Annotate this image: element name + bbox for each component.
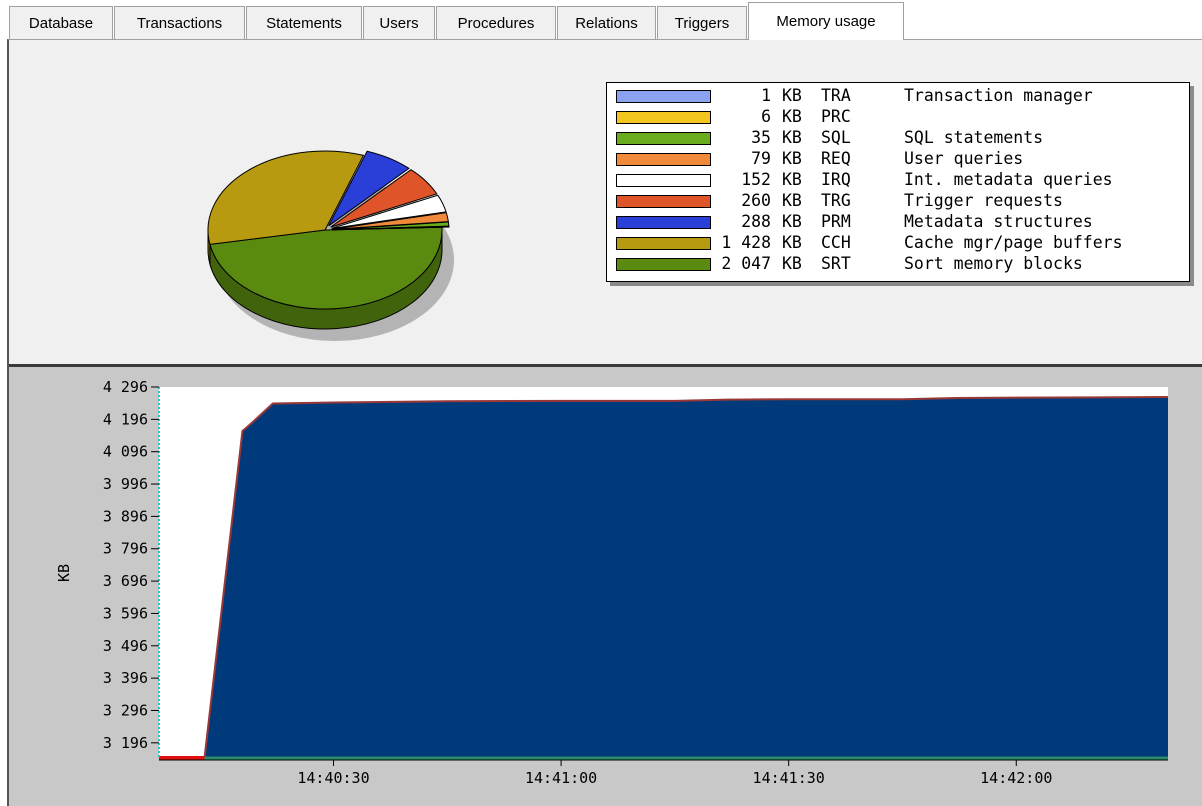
legend-unit: KB: [782, 212, 802, 231]
legend-item: 1 KB TRA Transaction manager: [607, 86, 1189, 107]
legend-description: SQL statements: [904, 128, 1044, 147]
legend-unit: KB: [782, 128, 802, 147]
legend-value: 35: [751, 128, 771, 147]
memory-area: [204, 397, 1168, 759]
legend-item: 1 428 KB CCH Cache mgr/page buffers: [607, 233, 1189, 254]
tab-triggers[interactable]: Triggers: [657, 6, 747, 39]
y-tick-label: 3 796: [103, 540, 148, 558]
legend-value: 1: [761, 86, 771, 105]
legend-code: PRC: [821, 107, 851, 126]
tab-database[interactable]: Database: [9, 6, 113, 39]
legend-item: 79 KB REQ User queries: [607, 149, 1189, 170]
line-chart-panel: 3 196 3 296 3 396 3 496 3 596 3 696 3 796 3 896…: [9, 367, 1202, 806]
y-tick-label: 3 896: [103, 507, 148, 525]
legend-item: 6 KB PRC: [607, 107, 1189, 128]
y-tick-label: 4 096: [103, 443, 148, 461]
legend-unit: KB: [782, 107, 802, 126]
legend-code: TRG: [821, 191, 851, 210]
legend-unit: KB: [782, 170, 802, 189]
legend-swatch: [616, 111, 711, 124]
memory-area-chart: 3 196 3 296 3 396 3 496 3 596 3 696 3 796 3 896…: [55, 378, 1169, 787]
x-tick-label: 14:41:00: [525, 769, 597, 787]
legend-swatch: [616, 90, 711, 103]
y-axis-label: KB: [55, 564, 73, 582]
legend-unit: KB: [782, 233, 802, 252]
legend-description: Sort memory blocks: [904, 254, 1083, 273]
y-tick-label: 3 696: [103, 572, 148, 590]
legend-unit: KB: [782, 254, 802, 273]
legend-value: 79: [751, 149, 771, 168]
tab-users[interactable]: Users: [363, 6, 435, 39]
legend-description: Int. metadata queries: [904, 170, 1113, 189]
legend-description: Cache mgr/page buffers: [904, 233, 1123, 252]
legend-value: 152: [741, 170, 771, 189]
legend-swatch: [616, 258, 711, 271]
legend-value: 1 428: [721, 233, 771, 252]
legend-item: 2 047 KB SRT Sort memory blocks: [607, 254, 1189, 275]
legend-code: SRT: [821, 254, 851, 273]
tab-relations[interactable]: Relations: [557, 6, 656, 39]
legend-description: Transaction manager: [904, 86, 1093, 105]
tab-procedures[interactable]: Procedures: [436, 6, 556, 39]
y-tick-label: 3 496: [103, 637, 148, 655]
y-tick-label: 3 596: [103, 604, 148, 622]
legend-code: PRM: [821, 212, 851, 231]
legend-swatch: [616, 216, 711, 229]
y-tick-label: 4 296: [103, 378, 148, 396]
legend-swatch: [616, 195, 711, 208]
legend-code: SQL: [821, 128, 851, 147]
legend-unit: KB: [782, 191, 802, 210]
legend-code: REQ: [821, 149, 851, 168]
legend-swatch: [616, 237, 711, 250]
y-tick-label: 3 196: [103, 734, 148, 752]
pie-legend: 1 KB TRA Transaction manager 6 KB PRC 35 KB SQL SQ…: [606, 82, 1190, 282]
tab-bar: Database Transactions Statements Users P…: [0, 0, 1202, 40]
legend-code: TRA: [821, 86, 851, 105]
legend-item: 288 KB PRM Metadata structures: [607, 212, 1189, 233]
legend-code: CCH: [821, 233, 851, 252]
y-tick-label: 3 396: [103, 669, 148, 687]
y-tick-label: 3 996: [103, 475, 148, 493]
legend-code: IRQ: [821, 170, 851, 189]
x-tick-label: 14:40:30: [297, 769, 369, 787]
legend-item: 35 KB SQL SQL statements: [607, 128, 1189, 149]
legend-unit: KB: [782, 86, 802, 105]
legend-description: User queries: [904, 149, 1024, 168]
y-tick-label: 3 296: [103, 701, 148, 719]
tab-transactions[interactable]: Transactions: [114, 6, 245, 39]
tab-statements[interactable]: Statements: [246, 6, 362, 39]
tab-memory-usage[interactable]: Memory usage: [748, 2, 904, 40]
legend-value: 260: [741, 191, 771, 210]
legend-description: Metadata structures: [904, 212, 1093, 231]
legend-swatch: [616, 174, 711, 187]
legend-description: Trigger requests: [904, 191, 1063, 210]
legend-swatch: [616, 132, 711, 145]
legend-item: 152 KB IRQ Int. metadata queries: [607, 170, 1189, 191]
legend-value: 288: [741, 212, 771, 231]
legend-value: 6: [761, 107, 771, 126]
x-tick-label: 14:42:00: [980, 769, 1052, 787]
legend-unit: KB: [782, 149, 802, 168]
legend-swatch: [616, 153, 711, 166]
legend-item: 260 KB TRG Trigger requests: [607, 191, 1189, 212]
legend-value: 2 047: [721, 254, 771, 273]
x-tick-label: 14:41:30: [753, 769, 825, 787]
y-tick-label: 4 196: [103, 410, 148, 428]
